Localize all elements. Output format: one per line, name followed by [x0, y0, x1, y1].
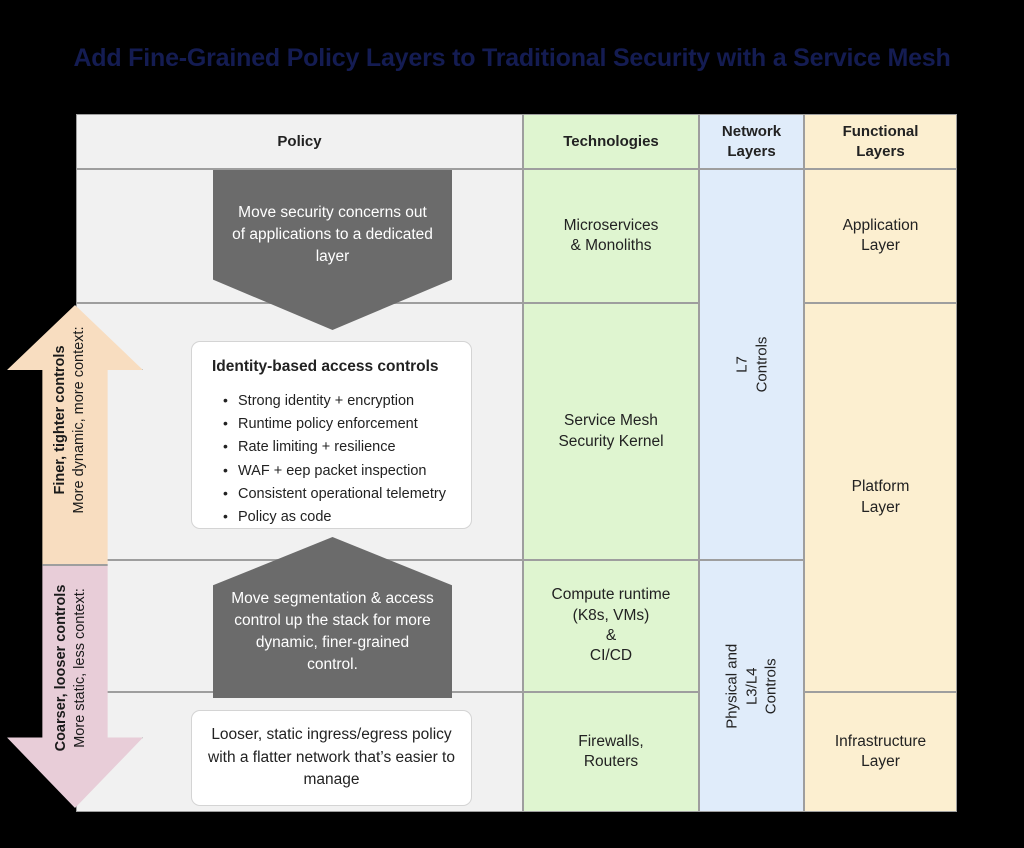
- network-layers-cell-l7: L7 Controls: [699, 169, 804, 560]
- header-policy-label: Policy: [277, 132, 322, 150]
- up-arrow-label-line2: Finer, tighter controls: [51, 345, 68, 495]
- down-arrow-label: More static, less context: Coarser, loos…: [51, 558, 91, 778]
- functional-layers-cell-application: Application Layer: [804, 169, 957, 303]
- network-layers-l3l4-label: Physical and L3/L4 Controls: [723, 643, 780, 729]
- functional-layers-cell-infrastructure: Infrastructure Layer: [804, 692, 957, 812]
- list-item: Consistent operational telemetry: [223, 482, 451, 506]
- identity-card-heading: Identity-based access controls: [212, 358, 439, 375]
- technologies-cell-row3: Compute runtime (K8s, VMs) & CI/CD: [523, 560, 699, 692]
- functional-layers-infrastructure-label: Infrastructure Layer: [834, 732, 927, 770]
- up-arrow-label: More dynamic, more context: Finer, tight…: [50, 300, 90, 540]
- functional-layers-platform-label: Platform Layer: [851, 478, 910, 516]
- header-functional-layers: Functional Layers: [804, 114, 957, 169]
- list-item: Rate limiting + resilience: [223, 435, 451, 459]
- list-item: Strong identity + encryption: [223, 389, 451, 413]
- technologies-row4-label: Firewalls, Routers: [578, 732, 644, 770]
- list-item: Policy as code: [223, 505, 451, 529]
- page-title: Add Fine-Grained Policy Layers to Tradit…: [73, 44, 951, 72]
- list-item: WAF + eep packet inspection: [223, 459, 451, 483]
- looser-static-policy-label: Looser, static ingress/egress policy wit…: [208, 726, 455, 789]
- identity-card-bullet-list: Strong identity + encryption Runtime pol…: [212, 389, 451, 529]
- header-policy: Policy: [76, 114, 523, 169]
- network-layers-l7-label: L7 Controls: [732, 336, 770, 393]
- header-functional-layers-label: Functional Layers: [842, 122, 919, 160]
- down-arrow-label-line1: More static, less context:: [72, 588, 89, 748]
- up-arrow-label-line1: More dynamic, more context:: [71, 326, 88, 514]
- header-technologies: Technologies: [523, 114, 699, 169]
- technologies-cell-row4: Firewalls, Routers: [523, 692, 699, 812]
- down-arrow-label-line2: Coarser, looser controls: [52, 584, 69, 752]
- functional-layers-application-label: Application Layer: [842, 216, 919, 254]
- technologies-row2-label: Service Mesh Security Kernel: [558, 412, 664, 450]
- technologies-row3-label: Compute runtime (K8s, VMs) & CI/CD: [551, 586, 671, 665]
- functional-layers-cell-platform: Platform Layer: [804, 303, 957, 692]
- list-item: Runtime policy enforcement: [223, 412, 451, 436]
- network-layers-cell-l3l4: Physical and L3/L4 Controls: [699, 560, 804, 812]
- header-technologies-label: Technologies: [563, 132, 659, 150]
- callout-move-security-concerns-label: Move security concerns out of applicatio…: [232, 204, 433, 265]
- looser-static-policy-card: Looser, static ingress/egress policy wit…: [191, 710, 472, 806]
- identity-access-controls-card: Identity-based access controls Strong id…: [191, 341, 472, 529]
- callout-move-segmentation-label: Move segmentation & access control up th…: [231, 590, 434, 673]
- header-network-layers: Network Layers: [699, 114, 804, 169]
- technologies-row1-label: Microservices & Monoliths: [563, 216, 659, 254]
- header-network-layers-label: Network Layers: [721, 122, 782, 160]
- technologies-cell-row2: Service Mesh Security Kernel: [523, 303, 699, 560]
- technologies-cell-row1: Microservices & Monoliths: [523, 169, 699, 303]
